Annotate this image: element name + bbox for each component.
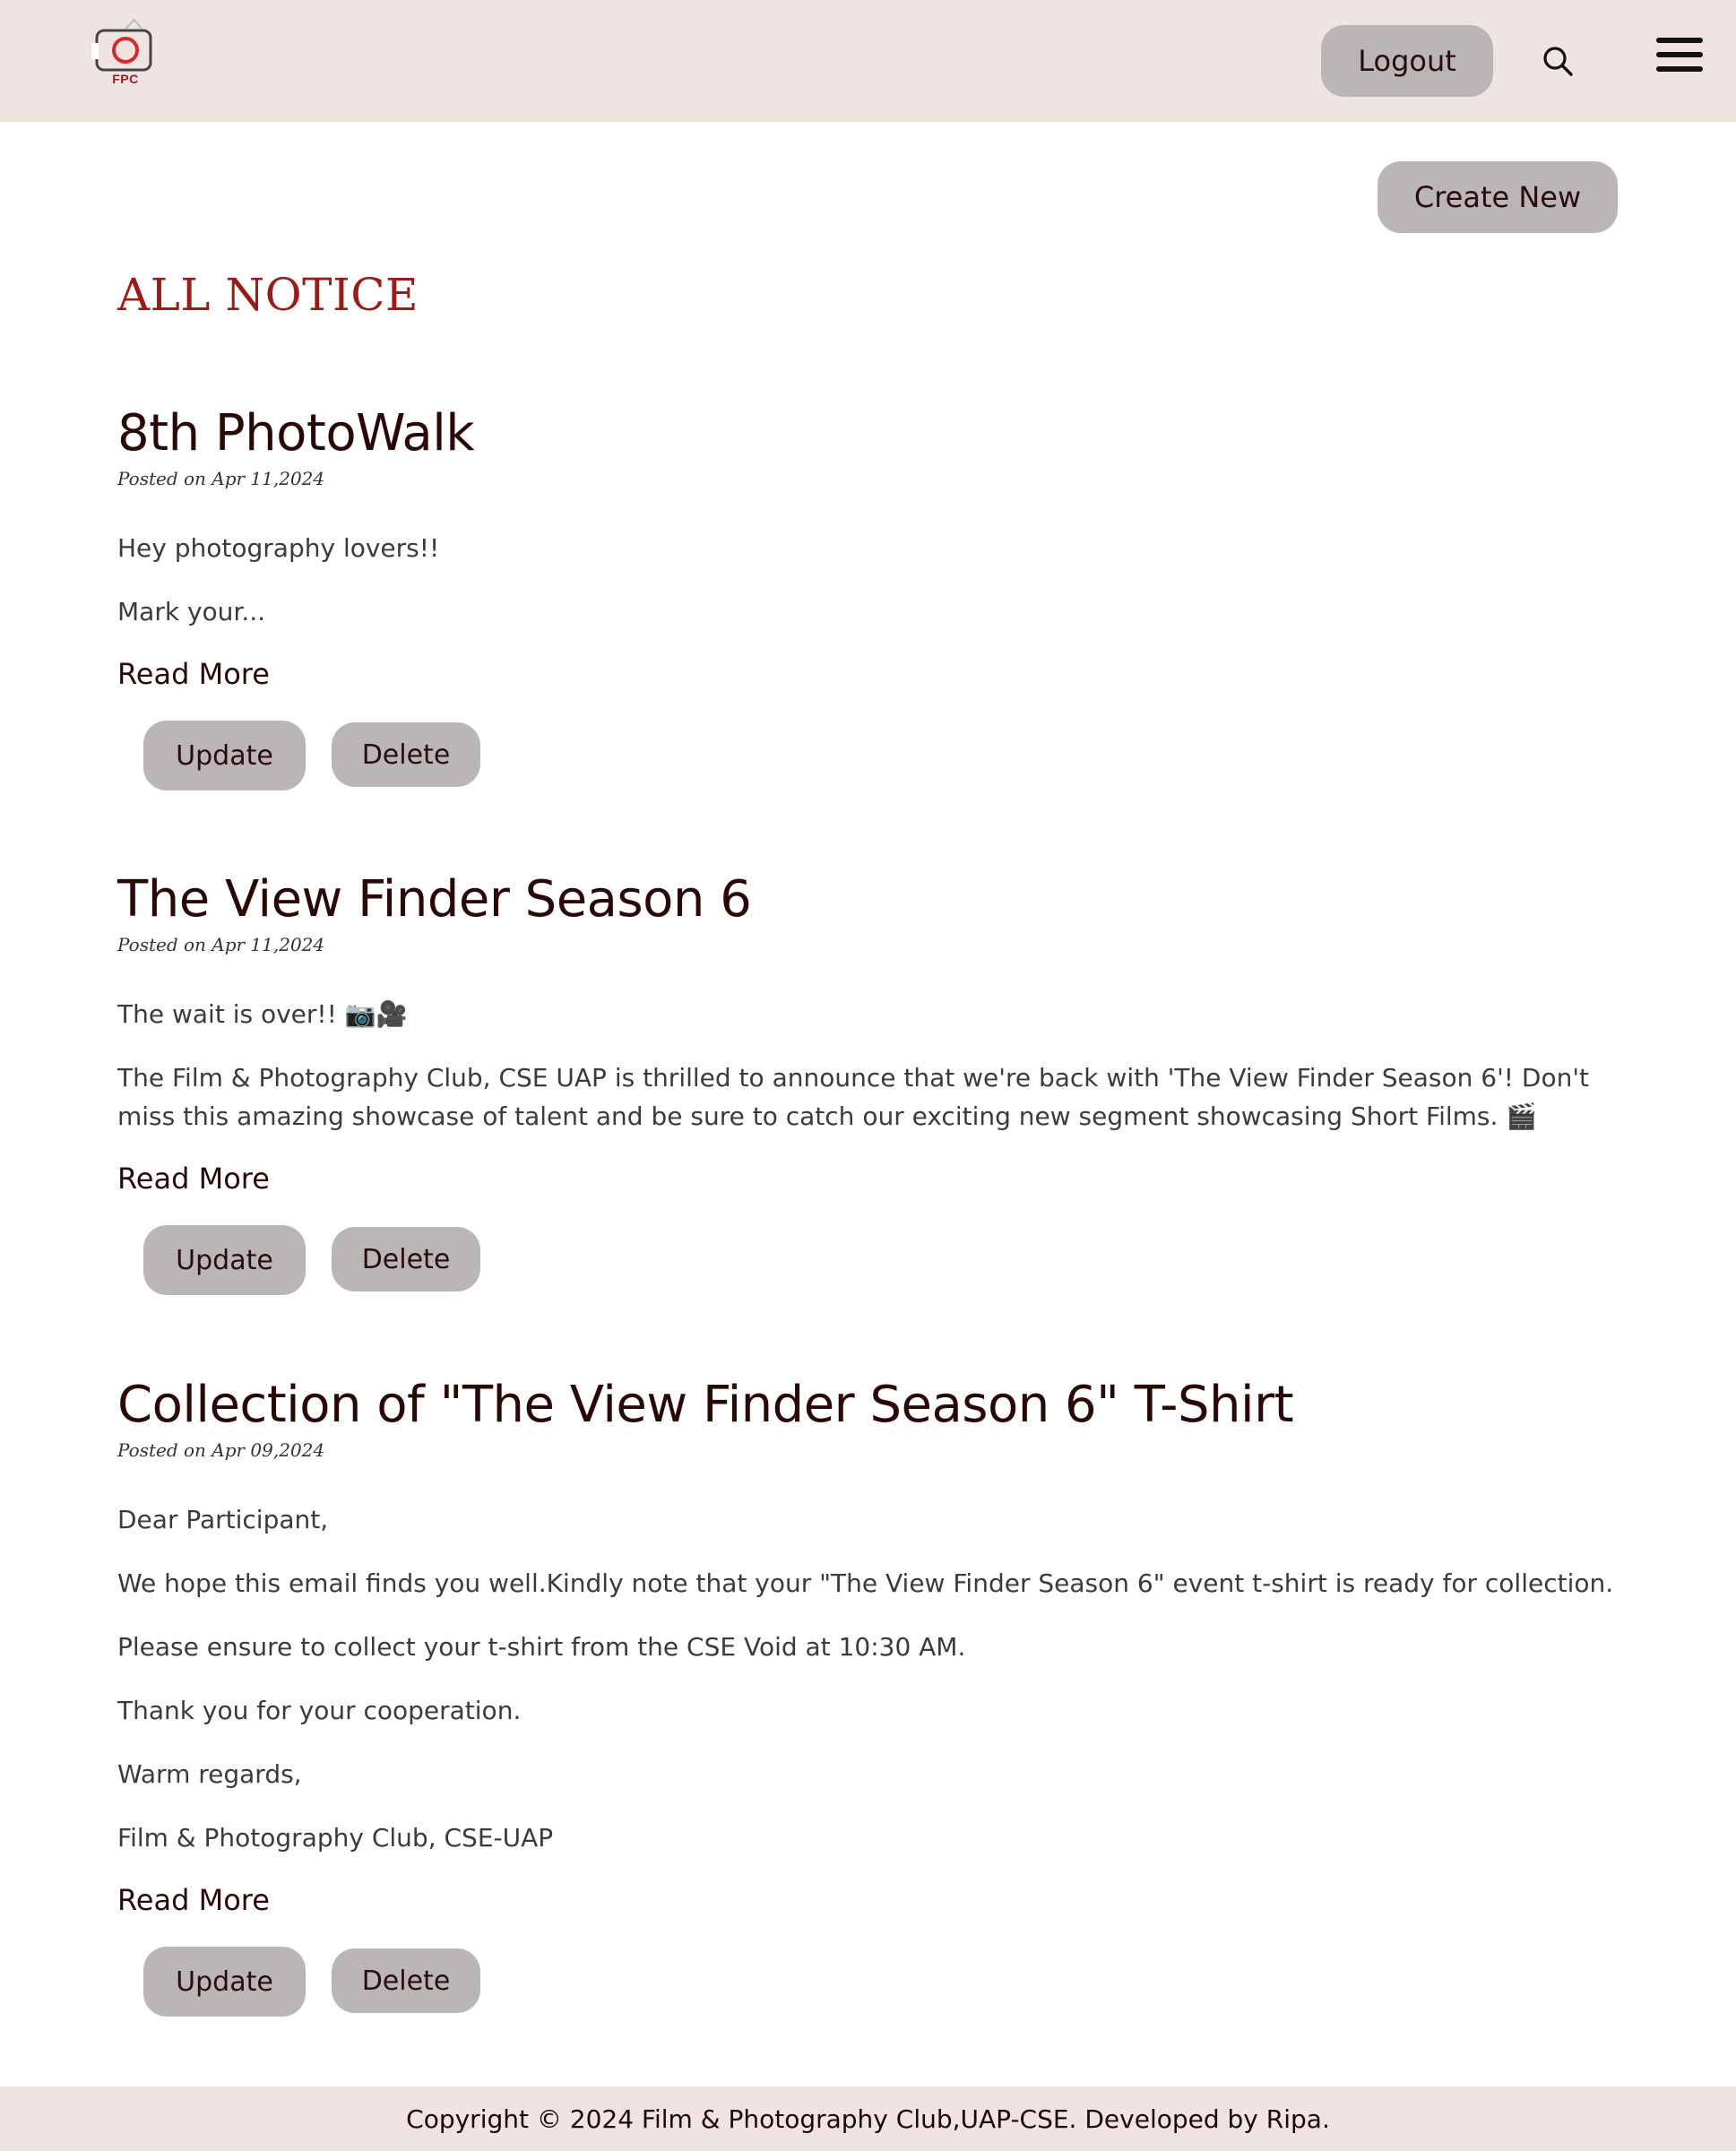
notice-paragraph: Thank you for your cooperation.	[117, 1696, 522, 1725]
notice-date: Posted on Apr 11,2024	[117, 934, 325, 955]
update-button[interactable]: Update	[143, 721, 306, 790]
notice-body: Hey photography lovers!! Mark your...	[117, 529, 1623, 631]
menu-bar	[1656, 66, 1703, 72]
read-more-link[interactable]: Read More	[117, 1882, 1623, 1918]
notice-body: The wait is over!! 📷🎥 The Film & Photogr…	[117, 995, 1623, 1136]
notice-actions: Update Delete	[117, 1947, 1623, 2018]
notice-paragraph: Mark your...	[117, 597, 266, 626]
create-new-button[interactable]: Create New	[1378, 161, 1618, 233]
copyright-text: Copyright © 2024 Film & Photography Club…	[406, 2103, 1330, 2134]
read-more-link[interactable]: Read More	[117, 1161, 1623, 1196]
page-title: ALL NOTICE	[117, 269, 419, 321]
site-footer: Copyright © 2024 Film & Photography Club…	[0, 2086, 1736, 2151]
logo-text: FPC	[112, 72, 139, 86]
notice-paragraph: Film & Photography Club, CSE-UAP	[117, 1823, 554, 1853]
notice-paragraph: The wait is over!! 📷🎥	[117, 999, 408, 1029]
logout-button[interactable]: Logout	[1321, 25, 1493, 97]
update-button[interactable]: Update	[143, 1225, 306, 1295]
delete-button[interactable]: Delete	[332, 722, 480, 787]
club-logo[interactable]: FPC	[90, 16, 161, 91]
notice-card: Collection of "The View Finder Season 6"…	[117, 1373, 1623, 2018]
notice-date: Posted on Apr 09,2024	[117, 1439, 325, 1461]
notice-actions: Update Delete	[117, 721, 1623, 792]
delete-button[interactable]: Delete	[332, 1227, 480, 1291]
notice-title: The View Finder Season 6	[117, 870, 752, 929]
notice-actions: Update Delete	[117, 1225, 1623, 1297]
menu-bar	[1656, 38, 1703, 43]
read-more-link[interactable]: Read More	[117, 656, 1623, 692]
notice-paragraph: Dear Participant,	[117, 1505, 329, 1534]
site-header: FPC Logout	[0, 0, 1736, 122]
notice-body: Dear Participant, We hope this email fin…	[117, 1500, 1623, 1857]
notice-card: 8th PhotoWalk Posted on Apr 11,2024 Hey …	[117, 402, 1623, 792]
notice-date: Posted on Apr 11,2024	[117, 468, 325, 489]
update-button[interactable]: Update	[143, 1947, 306, 2017]
camera-logo-icon	[91, 18, 152, 72]
notice-card: The View Finder Season 6 Posted on Apr 1…	[117, 868, 1623, 1297]
notice-paragraph: The Film & Photography Club, CSE UAP is …	[117, 1063, 1590, 1131]
delete-button[interactable]: Delete	[332, 1948, 480, 2013]
notice-paragraph: Hey photography lovers!!	[117, 533, 440, 563]
notice-paragraph: Warm regards,	[117, 1759, 302, 1789]
hamburger-menu-icon[interactable]	[1656, 38, 1703, 73]
notice-paragraph: We hope this email finds you well.Kindly…	[117, 1568, 1614, 1598]
menu-bar	[1656, 52, 1703, 57]
notice-title: 8th PhotoWalk	[117, 404, 475, 462]
notice-title: Collection of "The View Finder Season 6"…	[117, 1376, 1294, 1434]
notice-paragraph: Please ensure to collect your t-shirt fr…	[117, 1632, 966, 1662]
search-icon[interactable]	[1540, 43, 1576, 79]
